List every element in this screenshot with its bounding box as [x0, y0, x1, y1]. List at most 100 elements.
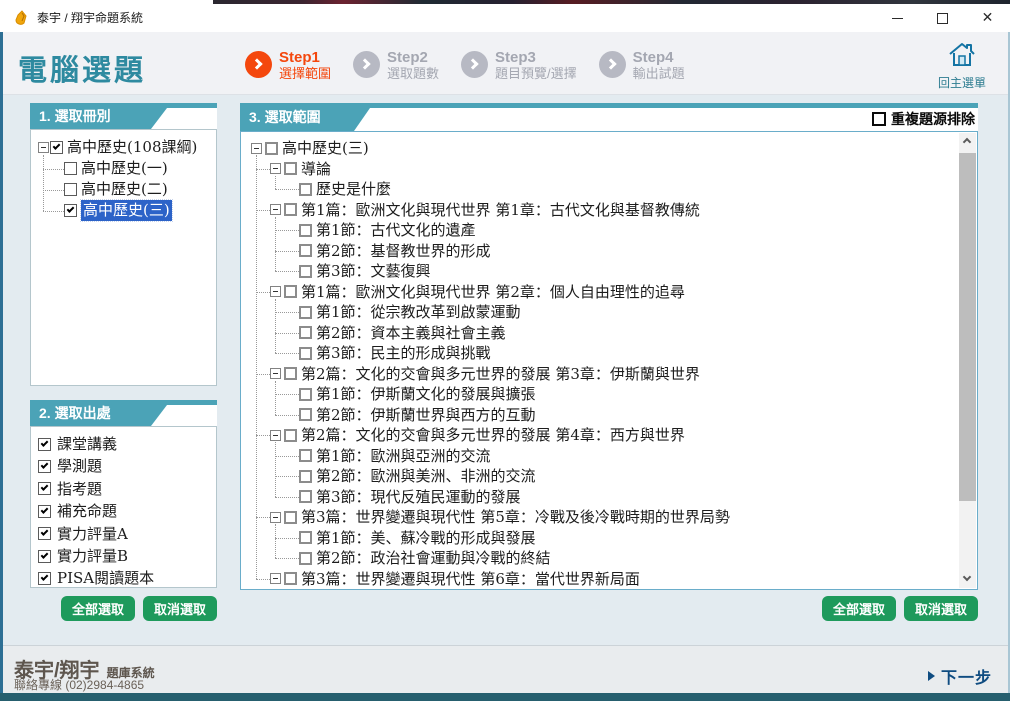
- checkbox[interactable]: [299, 244, 312, 258]
- scrollbar[interactable]: [959, 133, 976, 588]
- checkbox[interactable]: [50, 141, 63, 154]
- source-option-row[interactable]: 實力評量A: [31, 523, 216, 545]
- tree-item[interactable]: 第3篇：世界變遷與現代性 第5章：冷戰及後冷戰時期的世界局勢: [241, 507, 959, 528]
- tree-item-label[interactable]: 歷史是什麼: [316, 179, 391, 200]
- close-button[interactable]: ✕: [965, 4, 1010, 32]
- tree-item-label[interactable]: 第1節：美、蘇冷戰的形成與發展: [316, 528, 536, 549]
- tree-item-label[interactable]: 第2節：歐洲與美洲、非洲的交流: [316, 466, 536, 487]
- scrollbar-thumb[interactable]: [959, 153, 976, 501]
- panel3-deselect-button[interactable]: 取消選取: [903, 596, 978, 621]
- source-option-row[interactable]: 課堂講義: [31, 433, 216, 455]
- tree-item-label[interactable]: 第2節：資本主義與社會主義: [316, 323, 506, 344]
- scroll-up-icon[interactable]: [959, 133, 976, 150]
- checkbox[interactable]: [299, 531, 312, 545]
- home-button[interactable]: 回主選單: [930, 41, 994, 91]
- tree-item-label[interactable]: 第1節：歐洲與亞洲的交流: [316, 446, 491, 467]
- checkbox[interactable]: [299, 182, 312, 196]
- checkbox[interactable]: [284, 203, 297, 217]
- source-option-label[interactable]: 補充命題: [57, 500, 117, 522]
- next-step-button[interactable]: 下一步: [927, 664, 992, 688]
- checkbox[interactable]: [299, 346, 312, 360]
- checkbox[interactable]: [299, 469, 312, 483]
- tree-item-label[interactable]: 第1節：古代文化的遺產: [316, 220, 476, 241]
- tree-expander-collapse-icon[interactable]: [251, 142, 262, 154]
- checkbox[interactable]: [299, 449, 312, 463]
- tree-item[interactable]: 第2篇：文化的交會與多元世界的發展 第3章：伊斯蘭與世界: [241, 364, 959, 385]
- tree-item[interactable]: 第1節：美、蘇冷戰的形成與發展: [241, 528, 959, 549]
- source-option-row[interactable]: 實力評量B: [31, 545, 216, 567]
- tree-item-label[interactable]: 高中歷史(108課綱): [67, 137, 197, 158]
- scroll-down-icon[interactable]: [959, 571, 976, 588]
- tree-item[interactable]: 第1節：歐洲與亞洲的交流: [241, 446, 959, 467]
- checkbox[interactable]: [38, 482, 51, 496]
- tree-item-label[interactable]: 高中歷史(三): [80, 199, 173, 222]
- tree-expander-collapse-icon[interactable]: [270, 511, 281, 523]
- checkbox[interactable]: [64, 204, 77, 217]
- tree-item-label[interactable]: 第1篇：歐洲文化與現代世界 第1章：古代文化與基督教傳統: [301, 200, 700, 221]
- source-option-row[interactable]: PISA閱讀題本: [31, 567, 216, 587]
- checkbox[interactable]: [299, 408, 312, 422]
- checkbox[interactable]: [299, 490, 312, 504]
- checkbox[interactable]: [38, 549, 51, 563]
- tree-item-label[interactable]: 第3節：文藝復興: [316, 261, 431, 282]
- tree-item-label[interactable]: 第1節：從宗教改革到啟蒙運動: [316, 302, 521, 323]
- source-option-label[interactable]: PISA閱讀題本: [57, 567, 154, 587]
- tree-item[interactable]: 導論: [241, 159, 959, 180]
- tree-item[interactable]: 第2篇：文化的交會與多元世界的發展 第4章：西方與世界: [241, 425, 959, 446]
- tree-item-label[interactable]: 第2篇：文化的交會與多元世界的發展 第4章：西方與世界: [301, 425, 685, 446]
- maximize-button[interactable]: [920, 4, 965, 32]
- tree-item-label[interactable]: 第2節：政治社會運動與冷戰的終結: [316, 548, 551, 569]
- tree-item-label[interactable]: 第3篇：世界變遷與現代性 第6章：當代世界新局面: [301, 569, 640, 590]
- tree-item-label[interactable]: 第3篇：世界變遷與現代性 第5章：冷戰及後冷戰時期的世界局勢: [301, 507, 730, 528]
- checkbox[interactable]: [38, 504, 51, 518]
- tree-expander-collapse-icon[interactable]: [270, 204, 281, 216]
- checkbox[interactable]: [299, 305, 312, 319]
- tree-item[interactable]: 第2節：歐洲與美洲、非洲的交流: [241, 466, 959, 487]
- checkbox[interactable]: [284, 428, 297, 442]
- checkbox[interactable]: [299, 223, 312, 237]
- source-option-label[interactable]: 實力評量B: [57, 545, 128, 567]
- tree-item-label[interactable]: 高中歷史(三): [282, 138, 369, 159]
- checkbox[interactable]: [299, 551, 312, 565]
- tree-item[interactable]: 第3篇：世界變遷與現代性 第6章：當代世界新局面: [241, 569, 959, 590]
- tree-item[interactable]: 第2節：政治社會運動與冷戰的終結: [241, 548, 959, 569]
- checkbox[interactable]: [64, 183, 77, 196]
- checkbox[interactable]: [64, 162, 77, 175]
- tree-item[interactable]: 第1節：從宗教改革到啟蒙運動: [241, 302, 959, 323]
- tree-expander-collapse-icon[interactable]: [270, 163, 281, 175]
- checkbox[interactable]: [284, 510, 297, 524]
- tree-expander-collapse-icon[interactable]: [270, 368, 281, 380]
- tree-item[interactable]: 第1節：古代文化的遺產: [241, 220, 959, 241]
- checkbox[interactable]: [38, 460, 51, 474]
- source-option-label[interactable]: 指考題: [57, 478, 102, 500]
- checkbox[interactable]: [299, 326, 312, 340]
- tree-item[interactable]: 第3節：民主的形成與挑戰: [241, 343, 959, 364]
- checkbox[interactable]: [284, 572, 297, 586]
- tree-item[interactable]: 高中歷史(三): [31, 199, 216, 222]
- minimize-button[interactable]: [875, 4, 920, 32]
- dedupe-checkbox[interactable]: [872, 112, 886, 126]
- source-option-row[interactable]: 指考題: [31, 478, 216, 500]
- source-option-label[interactable]: 課堂講義: [57, 433, 117, 455]
- panel2-select-all-button[interactable]: 全部選取: [60, 596, 135, 621]
- tree-item[interactable]: 第3節：文藝復興: [241, 261, 959, 282]
- panel2-deselect-button[interactable]: 取消選取: [142, 596, 217, 621]
- checkbox[interactable]: [38, 572, 51, 586]
- tree-expander-collapse-icon[interactable]: [38, 142, 49, 153]
- checkbox[interactable]: [265, 141, 278, 155]
- checkbox[interactable]: [299, 387, 312, 401]
- tree-expander-collapse-icon[interactable]: [270, 573, 281, 585]
- tree-item[interactable]: 第1篇：歐洲文化與現代世界 第2章：個人自由理性的追尋: [241, 282, 959, 303]
- tree-expander-collapse-icon[interactable]: [270, 286, 281, 298]
- tree-item-label[interactable]: 高中歷史(一): [81, 158, 168, 179]
- tree-item[interactable]: 第2節：伊斯蘭世界與西方的互動: [241, 405, 959, 426]
- tree-item[interactable]: 第1篇：歐洲文化與現代世界 第1章：古代文化與基督教傳統: [241, 200, 959, 221]
- tree-item-label[interactable]: 第3節：民主的形成與挑戰: [316, 343, 491, 364]
- checkbox[interactable]: [284, 367, 297, 381]
- tree-item-label[interactable]: 第2節：伊斯蘭世界與西方的互動: [316, 405, 536, 426]
- tree-item[interactable]: 第2節：資本主義與社會主義: [241, 323, 959, 344]
- tree-item-label[interactable]: 第1篇：歐洲文化與現代世界 第2章：個人自由理性的追尋: [301, 282, 685, 303]
- tree-item[interactable]: 歷史是什麼: [241, 179, 959, 200]
- tree-item-label[interactable]: 第3節：現代反殖民運動的發展: [316, 487, 521, 508]
- source-option-label[interactable]: 實力評量A: [57, 523, 128, 545]
